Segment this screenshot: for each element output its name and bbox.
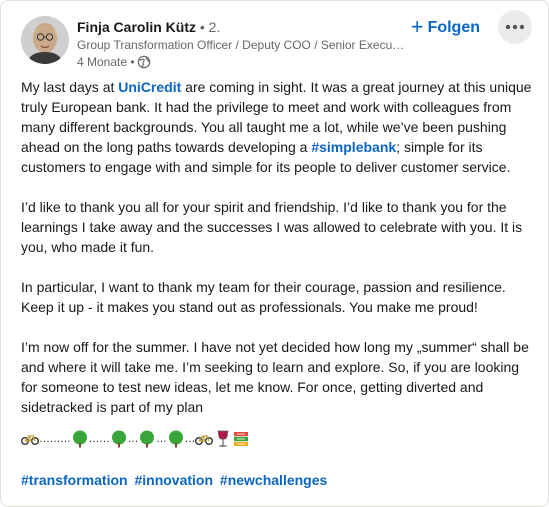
dots: … — [184, 433, 196, 445]
avatar-image — [21, 16, 69, 64]
post-paragraph-4: I’m now off for the summer. I have not y… — [21, 339, 529, 415]
author-meta: Finja Carolin Kütz • 2. Group Transforma… — [77, 18, 412, 70]
dots: …… — [88, 433, 111, 445]
post-timestamp-row: 4 Monate • — [77, 54, 412, 70]
dots: ……… — [39, 433, 71, 445]
books-icon — [234, 432, 248, 446]
follow-button[interactable]: + Folgen — [410, 14, 480, 40]
emoji-row: ……… …… … … … — [21, 429, 533, 449]
dots: … — [127, 433, 139, 445]
wine-glass-icon — [217, 430, 229, 447]
author-name[interactable]: Finja Carolin Kütz — [77, 19, 196, 35]
hashtag-link[interactable]: #transformation — [21, 472, 128, 488]
post-paragraph-1: My last days at UniCredit are coming in … — [21, 77, 533, 177]
post-paragraph-3: In particular, I want to thank my team f… — [21, 279, 506, 315]
post-body: My last days at UniCredit are coming in … — [21, 77, 533, 490]
hashtag-simplebank-link[interactable]: #simplebank — [311, 139, 396, 155]
globe-icon — [137, 55, 151, 69]
bicycle-icon — [21, 435, 39, 445]
dots: … — [156, 433, 167, 445]
bicycle-icon — [195, 435, 213, 445]
hashtag-list: #transformation #innovation #newchalleng… — [21, 470, 533, 490]
hashtag-link[interactable]: #innovation — [134, 472, 213, 488]
tree-icon — [168, 430, 183, 448]
plus-icon: + — [410, 14, 424, 39]
post-card: Finja Carolin Kütz • 2. Group Transforma… — [0, 0, 549, 507]
tree-icon — [72, 430, 87, 448]
post-time: 4 Monate • — [77, 55, 135, 69]
more-options-button[interactable] — [498, 10, 532, 44]
author-headline[interactable]: Group Transformation Officer / Deputy CO… — [77, 37, 407, 53]
tree-icon — [140, 430, 154, 448]
tree-icon — [111, 430, 126, 448]
post-text: My last days at — [21, 79, 119, 95]
follow-label: Folgen — [427, 19, 480, 36]
hashtag-link[interactable]: #newchallenges — [220, 472, 327, 488]
more-icon — [505, 24, 525, 30]
avatar[interactable] — [21, 16, 69, 64]
post-header: Finja Carolin Kütz • 2. Group Transforma… — [21, 10, 538, 70]
author-name-row: Finja Carolin Kütz • 2. — [77, 18, 412, 36]
connection-degree: • 2. — [199, 19, 221, 35]
post-paragraph-2: I’d like to thank you all for your spiri… — [21, 199, 523, 255]
company-mention-link[interactable]: UniCredit — [118, 79, 181, 95]
